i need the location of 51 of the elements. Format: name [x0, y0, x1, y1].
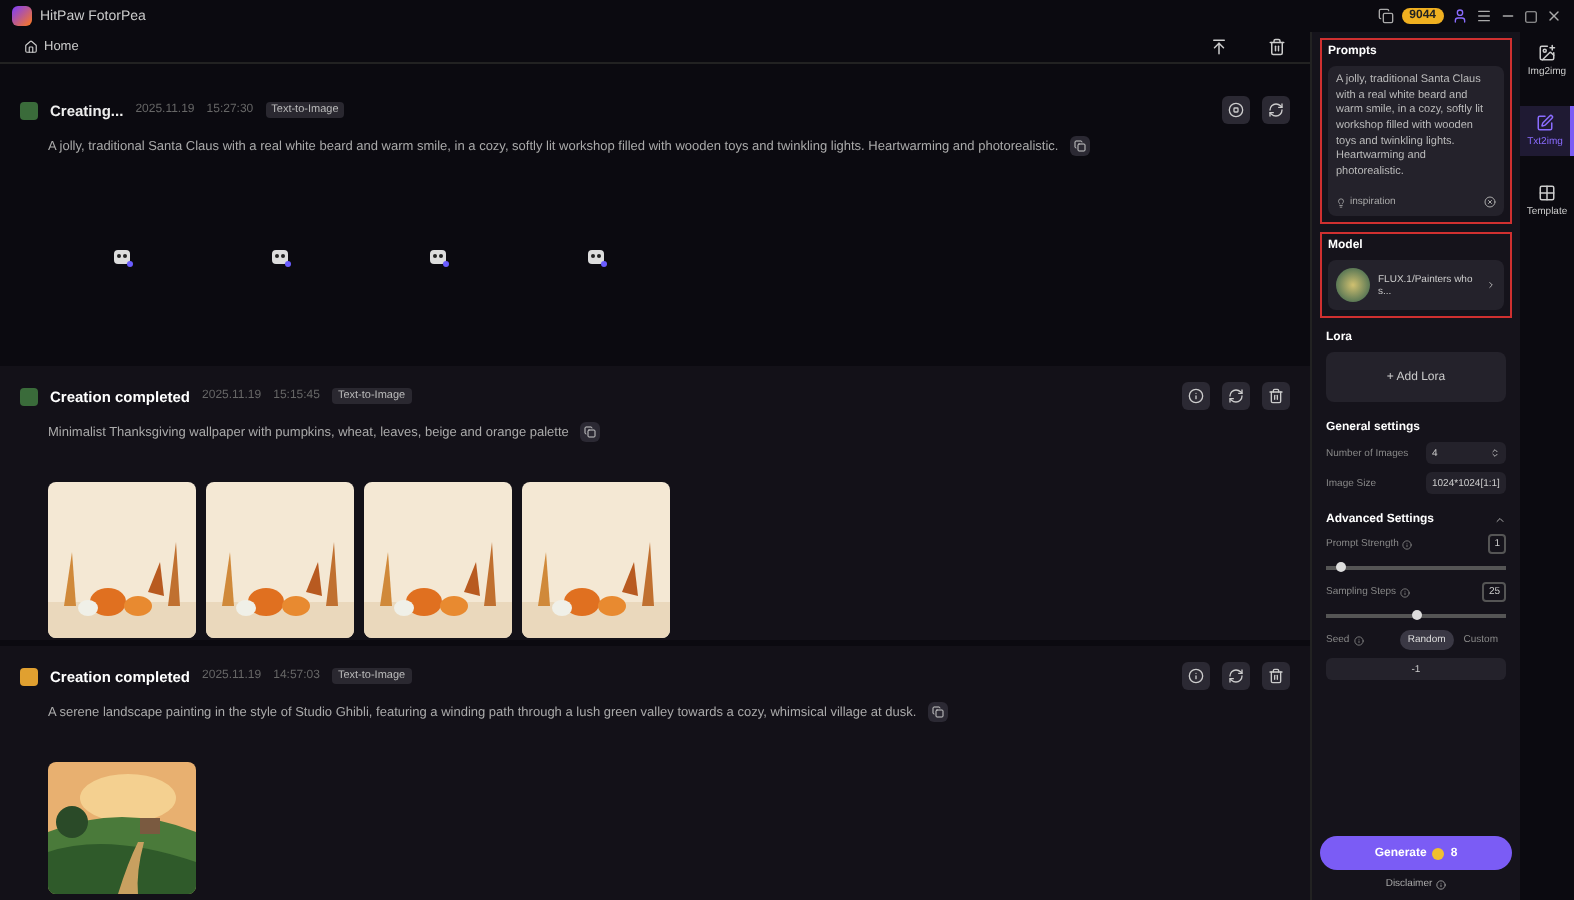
copy-button[interactable] — [580, 422, 601, 442]
regenerate-button[interactable] — [1222, 662, 1250, 690]
home-icon — [24, 40, 38, 54]
menu-icon[interactable] — [1476, 8, 1492, 24]
info-icon — [1188, 388, 1204, 404]
app-logo — [12, 6, 32, 26]
copy-button[interactable] — [1070, 136, 1091, 156]
coin-icon — [1432, 847, 1445, 859]
model-thumbnail — [1336, 268, 1370, 302]
lightbulb-icon — [1336, 197, 1346, 207]
delete-button[interactable] — [1262, 662, 1290, 690]
copy-icon — [932, 706, 945, 718]
copy-icon — [584, 426, 597, 438]
loading-icon — [584, 244, 608, 268]
stop-button[interactable] — [1222, 96, 1250, 124]
stepper-icon — [1490, 448, 1500, 458]
loading-icon — [426, 244, 450, 268]
grid-icon — [1538, 184, 1556, 202]
upload-icon[interactable] — [1210, 38, 1228, 56]
info-icon — [1400, 587, 1411, 597]
trash-icon — [1268, 668, 1284, 684]
window-icon[interactable] — [1377, 8, 1394, 24]
account-icon[interactable] — [1452, 8, 1468, 24]
clear-icon[interactable] — [1484, 196, 1496, 208]
chevron-icon — [1486, 280, 1496, 290]
info-icon — [1353, 635, 1364, 645]
copy-icon — [1074, 140, 1087, 152]
loading-icon — [268, 244, 292, 268]
info-icon — [1436, 879, 1447, 889]
info-button[interactable] — [1182, 662, 1210, 690]
delete-button[interactable] — [1262, 382, 1290, 410]
info-icon — [1188, 668, 1204, 684]
copy-button[interactable] — [928, 702, 949, 722]
trash-icon — [1268, 388, 1284, 404]
slider-thumb[interactable] — [1336, 562, 1347, 572]
regenerate-button[interactable] — [1262, 96, 1290, 124]
maximize-icon[interactable] — [1524, 9, 1538, 23]
trash-icon[interactable] — [1268, 38, 1286, 56]
slider-thumb[interactable] — [1412, 610, 1422, 620]
info-button[interactable] — [1182, 382, 1210, 410]
stop-icon — [1228, 102, 1244, 118]
regenerate-button[interactable] — [1222, 382, 1250, 410]
info-icon — [1402, 539, 1413, 549]
refresh-icon — [1228, 388, 1244, 404]
image-plus-icon — [1538, 44, 1556, 62]
close-icon[interactable] — [1546, 8, 1562, 24]
collapse-icon[interactable] — [1494, 514, 1506, 526]
refresh-icon — [1228, 668, 1244, 684]
edit-icon — [1536, 114, 1554, 132]
refresh-icon — [1268, 102, 1284, 118]
loading-icon — [110, 244, 134, 268]
